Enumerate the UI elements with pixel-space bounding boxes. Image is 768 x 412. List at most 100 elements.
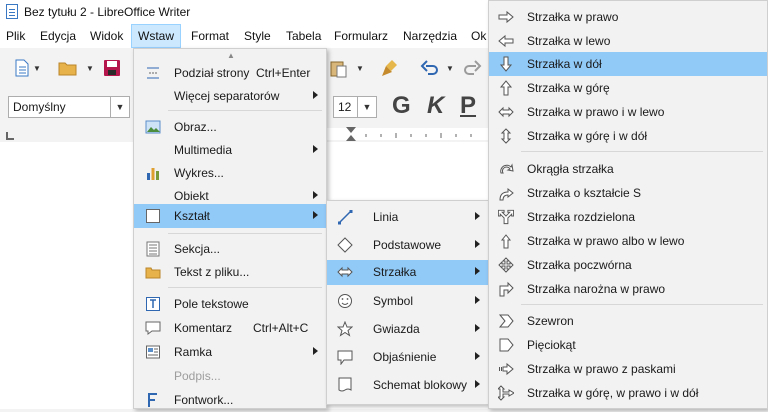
menu-item-comment[interactable]: Komentarz Ctrl+Alt+C xyxy=(134,316,326,340)
split-arrow-icon xyxy=(498,209,514,225)
scroll-up-icon[interactable]: ▲ xyxy=(227,51,235,60)
menu-item-split-arrow[interactable]: Strzałka rozdzielona xyxy=(489,205,767,229)
pentagon-icon xyxy=(499,338,514,352)
new-dropdown-icon[interactable]: ▼ xyxy=(33,64,41,73)
window-title: Bez tytułu 2 - LibreOffice Writer xyxy=(24,5,191,19)
submenu-arrow-icon xyxy=(313,347,318,355)
text-box-icon xyxy=(146,297,160,311)
star-icon xyxy=(337,321,353,337)
folder-icon xyxy=(145,267,161,279)
font-size-value: 12 xyxy=(338,100,352,114)
menu-item-more-separators[interactable]: Więcej separatorów xyxy=(134,84,326,108)
menu-item-line[interactable]: Linia xyxy=(327,205,488,229)
underline-button[interactable]: P xyxy=(460,92,476,120)
menu-item-striped-right-arrow[interactable]: Strzałka w prawo z paskami xyxy=(489,357,767,381)
redo-icon[interactable] xyxy=(462,58,482,78)
font-size-select[interactable]: 12 ▼ xyxy=(333,96,377,118)
writer-app-icon xyxy=(6,4,18,19)
corner-right-arrow-icon xyxy=(499,281,514,297)
arrow-up-icon xyxy=(499,80,513,96)
menu-separator xyxy=(521,151,763,152)
submenu-arrow-icon xyxy=(313,91,318,99)
menu-item-chart[interactable]: Wykres... xyxy=(134,161,326,185)
submenu-arrow-icon xyxy=(475,296,480,304)
frame-icon xyxy=(146,345,160,359)
paragraph-style-value: Domyślny xyxy=(13,100,66,114)
open-dropdown-icon[interactable]: ▼ xyxy=(86,64,94,73)
undo-dropdown-icon[interactable]: ▼ xyxy=(446,64,454,73)
new-document-icon[interactable] xyxy=(12,58,32,78)
menu-item-frame[interactable]: Ramka xyxy=(134,340,326,364)
bold-button[interactable]: G xyxy=(392,92,411,120)
submenu-arrow-icon xyxy=(475,324,480,332)
double-arrow-icon xyxy=(337,266,353,278)
submenu-arrow-icon xyxy=(313,145,318,153)
menu-item-fontwork[interactable]: Fontwork... xyxy=(134,388,326,412)
menu-item-text-from-file[interactable]: Tekst z pliku... xyxy=(134,260,326,284)
menu-item-multimedia[interactable]: Multimedia xyxy=(134,138,326,162)
menu-tabela[interactable]: Tabela xyxy=(280,24,327,48)
menu-item-arrow-right[interactable]: Strzałka w prawo xyxy=(489,5,767,29)
menu-item-arrow-down[interactable]: Strzałka w dół xyxy=(489,52,767,76)
submenu-arrow-icon xyxy=(313,191,318,199)
submenu-arrow-icon xyxy=(475,380,480,388)
menu-item-symbol[interactable]: Symbol xyxy=(327,289,488,313)
paste-dropdown-icon[interactable]: ▼ xyxy=(356,64,364,73)
menu-item-arrow-up[interactable]: Strzałka w górę xyxy=(489,76,767,100)
callout-icon xyxy=(337,350,353,365)
diamond-icon xyxy=(337,237,353,253)
menu-item-flowchart[interactable]: Schemat blokowy xyxy=(327,373,488,397)
menu-item-text-box[interactable]: Pole tekstowe xyxy=(134,292,326,316)
menu-narzedzia[interactable]: Narzędzia xyxy=(397,24,463,48)
menu-item-s-arrow[interactable]: Strzałka o kształcie S xyxy=(489,181,767,205)
menu-item-up-right-down-arrow[interactable]: Strzałka w górę, w prawo i w dół xyxy=(489,381,767,405)
menu-item-callout[interactable]: Objaśnienie xyxy=(327,345,488,369)
arrow-up-down-icon xyxy=(500,128,512,144)
menu-item-basic-shapes[interactable]: Podstawowe xyxy=(327,233,488,257)
fontwork-icon xyxy=(148,393,157,407)
up-right-down-arrow-icon xyxy=(498,385,514,401)
page-break-icon xyxy=(147,67,159,79)
arrow-left-right-icon xyxy=(498,106,514,118)
menu-item-corner-right-arrow[interactable]: Strzałka narożna w prawo xyxy=(489,277,767,301)
menu-item-chevron[interactable]: Szewron xyxy=(489,309,767,333)
tab-stop-icon[interactable] xyxy=(6,132,14,140)
menu-item-quad-arrow[interactable]: Strzałka poczwórna xyxy=(489,253,767,277)
menu-format[interactable]: Format xyxy=(185,24,235,48)
arrows-submenu: Strzałka w prawo Strzałka w lewo Strzałk… xyxy=(488,0,768,409)
clone-formatting-icon[interactable] xyxy=(380,58,400,78)
menu-separator xyxy=(521,304,763,305)
paste-icon[interactable] xyxy=(328,58,348,78)
menu-item-circular-arrow[interactable]: Okrągła strzałka xyxy=(489,157,767,181)
menu-edycja[interactable]: Edycja xyxy=(34,24,82,48)
quad-arrow-icon xyxy=(498,257,514,273)
menu-plik[interactable]: Plik xyxy=(0,24,31,48)
section-icon xyxy=(146,241,160,257)
menu-item-star[interactable]: Gwiazda xyxy=(327,317,488,341)
menu-item-page-break[interactable]: Podział strony Ctrl+Enter xyxy=(134,61,326,85)
chevron-down-icon: ▼ xyxy=(357,97,376,117)
menu-item-arrows[interactable]: Strzałka xyxy=(327,260,488,285)
undo-icon[interactable] xyxy=(420,58,440,78)
submenu-arrow-icon xyxy=(475,240,480,248)
menu-item-caption: Podpis... xyxy=(174,369,221,383)
open-folder-icon[interactable] xyxy=(58,58,78,78)
menu-item-arrow-up-down[interactable]: Strzałka w górę i w dół xyxy=(489,124,767,148)
menu-item-section[interactable]: Sekcja... xyxy=(134,237,326,261)
menu-item-arrow-left-right[interactable]: Strzałka w prawo i w lewo xyxy=(489,100,767,124)
menu-item-pentagon[interactable]: Pięciokąt xyxy=(489,333,767,357)
menu-widok[interactable]: Widok xyxy=(84,24,129,48)
menu-item-arrow-left[interactable]: Strzałka w lewo xyxy=(489,29,767,53)
circular-arrow-icon xyxy=(500,163,514,174)
menu-wstaw[interactable]: Wstaw xyxy=(131,24,181,48)
menu-style[interactable]: Style xyxy=(238,24,277,48)
save-icon[interactable] xyxy=(102,58,122,78)
s-arrow-icon xyxy=(499,187,514,201)
menu-formularz[interactable]: Formularz xyxy=(328,24,394,48)
arrow-left-icon xyxy=(498,34,514,48)
menu-item-right-or-left-arrow[interactable]: Strzałka w prawo albo w lewo xyxy=(489,229,767,253)
menu-item-shape[interactable]: Kształt xyxy=(134,204,326,228)
menu-item-image[interactable]: Obraz... xyxy=(134,115,326,139)
italic-button[interactable]: K xyxy=(427,92,444,120)
paragraph-style-select[interactable]: Domyślny ▼ xyxy=(8,96,130,118)
